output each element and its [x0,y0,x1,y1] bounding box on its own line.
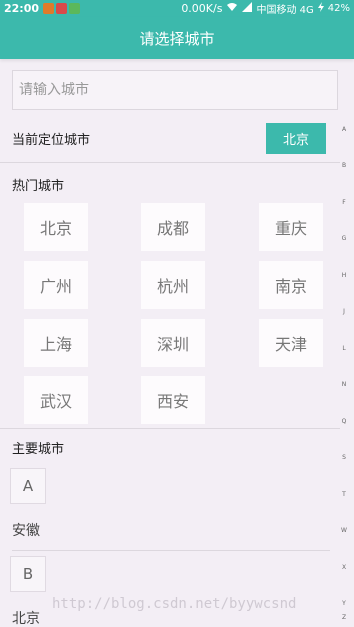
city-list-item[interactable]: 北京 [12,608,40,627]
index-letter[interactable]: Z [336,614,352,621]
index-letter[interactable]: L [336,345,352,352]
hot-city-item[interactable]: 成都 [141,203,205,251]
index-letter[interactable]: X [336,564,352,571]
index-letter[interactable]: N [336,381,352,388]
index-letter[interactable]: W [336,527,352,534]
hot-city-item[interactable]: 深圳 [141,319,205,367]
hot-cities-title: 热门城市 [12,179,65,194]
divider [0,162,340,163]
hot-city-item[interactable]: 天津 [259,319,323,367]
index-letter[interactable]: B [336,162,352,169]
hot-city-item[interactable]: 北京 [24,203,88,251]
app-notification-icon [43,3,55,14]
carrier-name: 中国移动 4G [256,5,314,16]
index-letter[interactable]: S [336,454,352,461]
hot-city-item[interactable]: 西安 [141,376,205,424]
index-letter[interactable]: Q [336,418,352,425]
city-list-item[interactable]: 安徽 [12,520,40,540]
page-title: 请选择城市 [139,29,215,48]
current-location-label: 当前定位城市 [12,133,91,148]
divider [12,550,330,551]
message-notification-icon [56,3,68,14]
current-location-row: 当前定位城市 北京 [12,122,326,155]
chat-notification-icon [69,3,81,14]
divider [0,428,340,429]
hot-city-item[interactable]: 南京 [259,261,323,309]
hot-city-item[interactable]: 广州 [24,261,88,309]
current-city-button[interactable]: 北京 [266,123,326,154]
hot-city-item[interactable]: 杭州 [141,261,205,309]
search-box[interactable] [12,70,338,110]
hot-city-item[interactable]: 重庆 [259,203,323,251]
group-letter-b: B [10,556,46,592]
watermark: http://blog.csdn.net/byywcsnd [52,596,297,612]
alphabet-index-bar[interactable]: A B F G H J L N Q S T W X Y Z [336,120,352,621]
signal-icon [242,2,253,15]
index-letter[interactable]: T [336,491,352,498]
notification-icons [43,3,81,14]
status-bar: 22:00 0.00K/s 中国移动 4G 42% [0,0,354,17]
index-letter[interactable]: J [336,308,352,315]
city-search-input[interactable] [19,82,337,98]
index-letter[interactable]: H [336,272,352,279]
network-speed: 0.00K/s [181,2,223,15]
group-letter-a: A [10,468,46,504]
wifi-icon [226,2,238,15]
index-letter[interactable]: Y [336,600,352,607]
hot-city-item[interactable]: 上海 [24,319,88,367]
hot-cities-grid: 北京 成都 重庆 广州 杭州 南京 上海 深圳 天津 武汉 西安 [0,203,340,424]
index-letter[interactable]: A [336,126,352,133]
battery-level: 42% [327,3,350,14]
main-cities-title: 主要城市 [12,442,65,457]
hot-city-item[interactable]: 武汉 [24,376,88,424]
index-letter[interactable]: F [336,199,352,206]
charging-icon [317,2,324,15]
title-bar: 请选择城市 [0,17,354,59]
index-letter[interactable]: G [336,235,352,242]
status-time: 22:00 [4,2,40,15]
